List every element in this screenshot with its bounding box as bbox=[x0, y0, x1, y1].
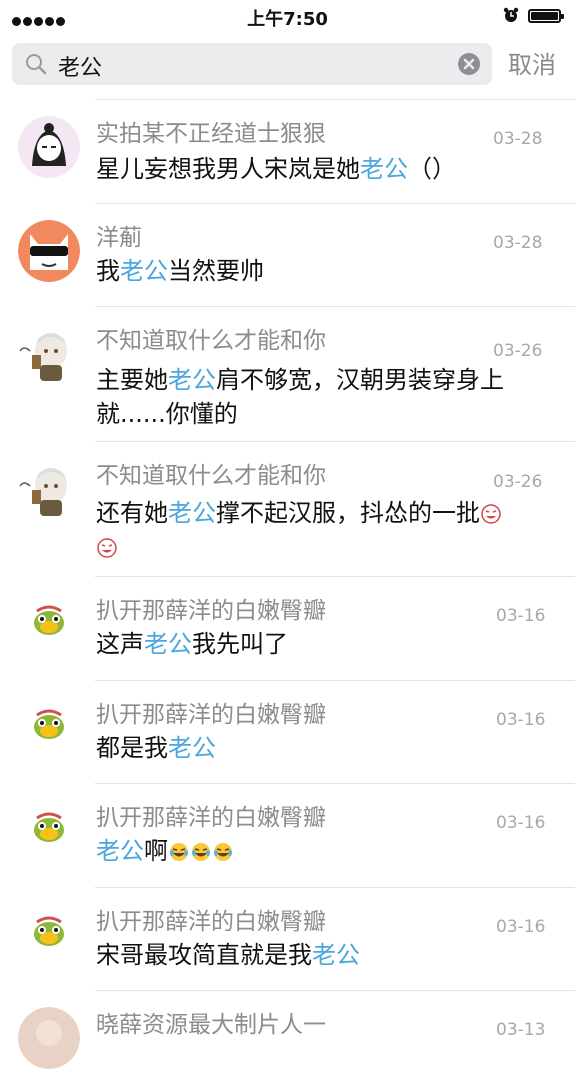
status-time: 上午7:50 bbox=[247, 9, 328, 30]
avatar bbox=[19, 333, 67, 381]
tears-emoji-icon bbox=[481, 504, 501, 524]
search-bar[interactable]: 老公 bbox=[12, 43, 492, 85]
cancel-button[interactable]: 取消 bbox=[508, 45, 556, 80]
result-message: 还有她老公撑不起汉服，抖怂的一批 bbox=[96, 496, 551, 564]
result-message: 都是我老公 bbox=[96, 734, 216, 762]
result-name: 不知道取什么才能和你 bbox=[96, 328, 326, 354]
avatar bbox=[18, 116, 80, 178]
result-message: 老公啊 bbox=[96, 834, 551, 868]
avatar bbox=[18, 1007, 80, 1069]
list-item[interactable]: 扒开那薛洋的白嫩臀瓣 03-16 都是我老公 bbox=[34, 680, 575, 783]
avatar bbox=[34, 709, 64, 739]
list-item[interactable]: 不知道取什么才能和你 03-26 主要她老公肩不够宽，汉朝男装穿身上就.....… bbox=[19, 306, 575, 441]
result-message: 主要她老公肩不够宽，汉朝男装穿身上就......你懂的 bbox=[96, 366, 504, 428]
result-date: 03-28 bbox=[493, 129, 543, 149]
result-date: 03-26 bbox=[493, 472, 543, 492]
result-name: 不知道取什么才能和你 bbox=[96, 463, 326, 489]
list-item[interactable]: 不知道取什么才能和你 03-26 还有她老公撑不起汉服，抖怂的一批 bbox=[19, 441, 575, 576]
list-item[interactable]: 扒开那薛洋的白嫩臀瓣 03-16 宋哥最攻简直就是我老公 bbox=[34, 887, 575, 990]
result-name: 扒开那薛洋的白嫩臀瓣 bbox=[96, 702, 326, 728]
result-name: 洋葪 bbox=[96, 225, 142, 251]
result-message: 我老公当然要帅 bbox=[96, 257, 264, 285]
list-item[interactable]: 实拍某不正经道士狠狠 03-28 星儿妄想我男人宋岚是她老公（） bbox=[18, 99, 575, 203]
search-results: 实拍某不正经道士狠狠 03-28 星儿妄想我男人宋岚是她老公（） 洋葪 03-2… bbox=[0, 99, 575, 1069]
tears-emoji-icon bbox=[97, 538, 117, 558]
avatar bbox=[34, 812, 64, 842]
result-date: 03-16 bbox=[496, 710, 546, 730]
result-message: 星儿妄想我男人宋岚是她老公（） bbox=[96, 155, 456, 183]
cry-laugh-emoji-icon bbox=[214, 843, 232, 861]
result-name: 扒开那薛洋的白嫩臀瓣 bbox=[96, 909, 326, 935]
result-name: 实拍某不正经道士狠狠 bbox=[96, 121, 326, 147]
result-date: 03-16 bbox=[496, 917, 546, 937]
result-name: 扒开那薛洋的白嫩臀瓣 bbox=[96, 598, 326, 624]
avatar bbox=[34, 605, 64, 635]
result-date: 03-16 bbox=[496, 606, 546, 626]
alarm-icon bbox=[503, 7, 519, 22]
result-date: 03-28 bbox=[493, 233, 543, 253]
battery-icon bbox=[528, 9, 564, 23]
avatar bbox=[19, 468, 67, 516]
cry-laugh-emoji-icon bbox=[170, 843, 188, 861]
result-name: 晓薛资源最大制片人一 bbox=[96, 1012, 326, 1038]
cry-laugh-emoji-icon bbox=[192, 843, 210, 861]
result-date: 03-26 bbox=[493, 341, 543, 361]
clear-icon[interactable] bbox=[457, 52, 481, 76]
result-message: 宋哥最攻简直就是我老公 bbox=[96, 941, 360, 969]
avatar bbox=[18, 220, 80, 282]
status-bar: 上午7:50 bbox=[0, 0, 575, 34]
search-input[interactable]: 老公 bbox=[58, 50, 102, 82]
list-item[interactable]: 晓薛资源最大制片人一 03-13 bbox=[18, 990, 575, 1069]
list-item[interactable]: 扒开那薛洋的白嫩臀瓣 03-16 这声老公我先叫了 bbox=[34, 576, 575, 680]
result-name: 扒开那薛洋的白嫩臀瓣 bbox=[96, 805, 326, 831]
list-item[interactable]: 洋葪 03-28 我老公当然要帅 bbox=[18, 203, 575, 306]
result-date: 03-16 bbox=[496, 813, 546, 833]
list-item[interactable]: 扒开那薛洋的白嫩臀瓣 03-16 老公啊 bbox=[34, 783, 575, 887]
search-icon bbox=[26, 54, 47, 75]
result-message: 这声老公我先叫了 bbox=[96, 630, 288, 658]
avatar bbox=[34, 916, 64, 946]
result-date: 03-13 bbox=[496, 1020, 546, 1040]
